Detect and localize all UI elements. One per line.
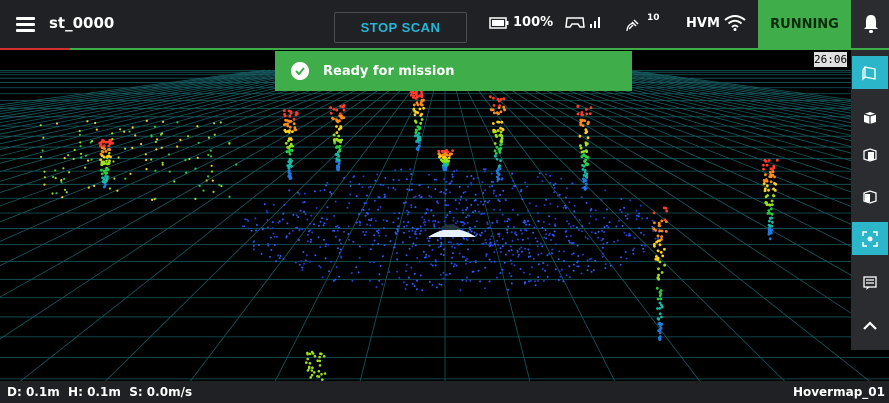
controller-status: [565, 15, 601, 29]
battery-status: 100%: [489, 15, 553, 30]
point-cloud-scene[interactable]: [0, 50, 889, 381]
side-view-icon[interactable]: [852, 180, 888, 213]
perspective-view-icon[interactable]: [852, 56, 888, 89]
center-focus-icon[interactable]: [852, 222, 888, 255]
chevron-up-icon[interactable]: [852, 308, 888, 341]
satellite-icon: [626, 19, 639, 32]
device-label: HVM: [686, 15, 720, 31]
running-status-badge[interactable]: RUNNING: [758, 0, 851, 48]
point-cloud-viewport[interactable]: [0, 50, 889, 381]
battery-level: 100%: [513, 15, 554, 30]
notification-bell-icon[interactable]: [852, 0, 889, 48]
device-name: Hovermap_01: [792, 385, 885, 399]
check-circle-icon: [291, 62, 309, 80]
scan-timer: 26:06: [814, 52, 848, 67]
menu-icon[interactable]: [16, 17, 35, 32]
mission-toast: Ready for mission: [275, 51, 632, 91]
controller-icon: [565, 17, 585, 28]
battery-icon: [489, 16, 509, 29]
front-view-icon[interactable]: [852, 138, 888, 171]
top-bar: st_0000 STOP SCAN 100% 10 HVM RUNNING: [0, 0, 889, 50]
telemetry-readout: D: 0.1m H: 0.1m S: 0.0m/s: [7, 385, 193, 399]
wifi-icon: [724, 15, 746, 31]
connection-status: HVM: [686, 15, 746, 31]
signal-bars-icon: [590, 17, 600, 28]
message-icon[interactable]: [852, 266, 888, 299]
satellite-count: 10: [647, 13, 660, 23]
scan-title: st_0000: [49, 14, 115, 32]
stop-scan-button[interactable]: STOP SCAN: [334, 12, 467, 43]
cube-view-icon[interactable]: [852, 101, 888, 134]
gnss-status: 10: [625, 13, 660, 33]
toast-message: Ready for mission: [323, 63, 455, 79]
bottom-status-bar: D: 0.1m H: 0.1m S: 0.0m/s Hovermap_01: [0, 381, 889, 403]
